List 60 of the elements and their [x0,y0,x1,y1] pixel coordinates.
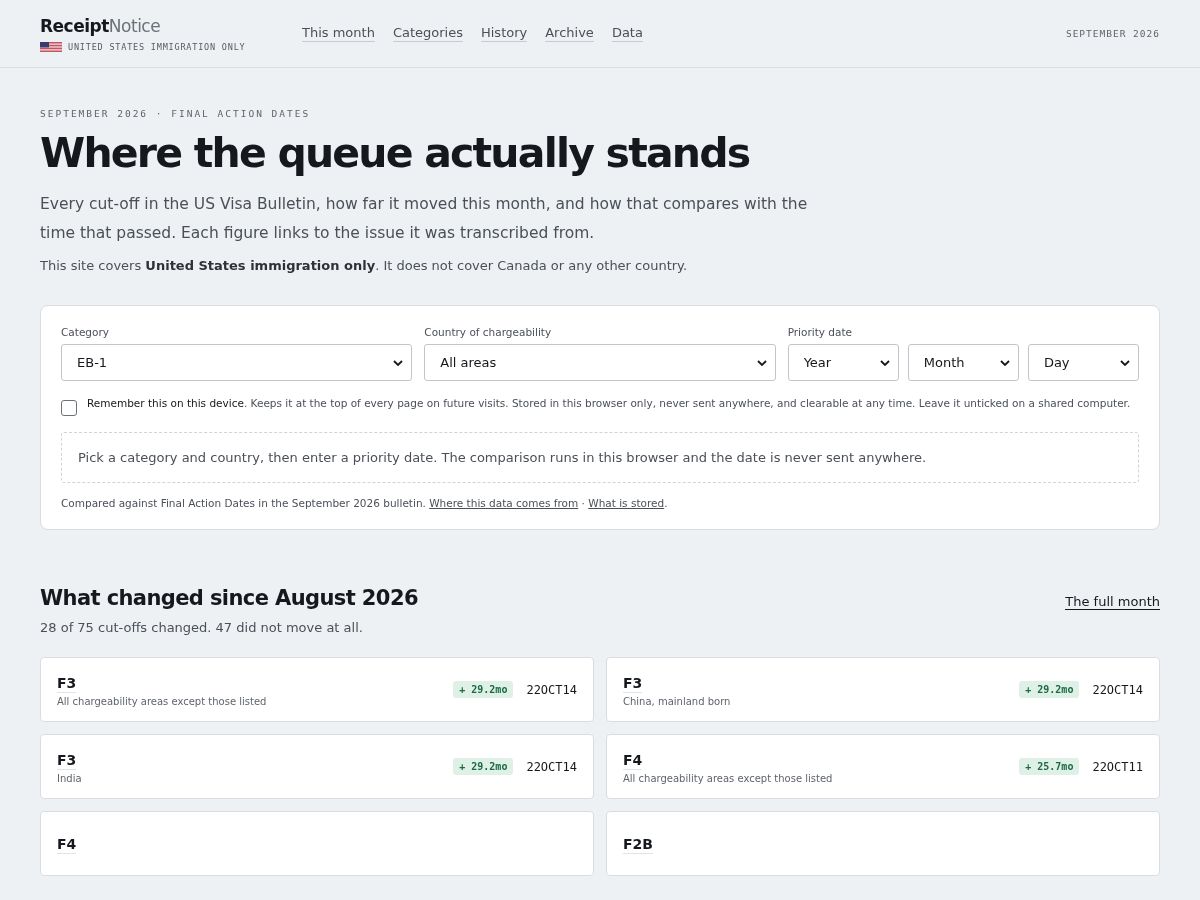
category-code: F4 [623,750,643,770]
change-badge: + 29.2mo [453,681,514,699]
select-field[interactable]: EB-1 [61,344,413,382]
field-label: Country of chargeability [424,326,553,339]
source-link[interactable]: Where this data comes from [429,497,579,510]
change-badge: + 25.7mo [1019,758,1080,776]
cutoff-date: 22OCT14 [1092,682,1143,697]
caret-icon [879,359,890,366]
caret-icon [393,359,404,366]
category-code: F3 [57,673,77,693]
select-field[interactable]: Year [787,344,899,382]
chargeability-area: All chargeability areas except those listed [57,695,267,707]
end-mark: . [664,497,668,510]
chargeability-area: China, mainland born [623,695,731,707]
scope-note: This site covers United States immigration only. It does not cover Canada or any other country. [40,258,689,274]
select-field[interactable]: Day [1027,344,1139,382]
change-badge: + 29.2mo [453,758,514,776]
field-label: Category [61,326,110,339]
remember-text: Remember this on this device. Keeps it at the top of every page on future visits. Stored in this browser only, never sent anywhere, and clearable at any time. Leave it unticked on a shared computer. [87,396,1131,412]
eyebrow: SEPTEMBER 2026 · FINAL ACTION DATES [40,108,312,119]
cutoff-date: 22OCT14 [526,759,577,774]
tagline: UNITED STATES IMMIGRATION ONLY [68,41,246,52]
category-code: F3 [623,673,643,693]
change-badge: + 29.2mo [1019,681,1080,699]
lead-paragraph: Every cut-off in the US Visa Bulletin, how far it moved this month, and how that compares with the time that passed. Each figure links to the issue it was transcribed from. [40,194,809,245]
caret-icon [1120,359,1130,366]
result-text: Pick a category and country, then enter a priority date. The comparison runs in this browser and the date is never sent anywhere. [78,450,927,466]
nav-link[interactable]: Archive [545,25,594,42]
cutoff-card[interactable]: F3 All chargeability areas except those listed + 29.2mo 22OCT14 [40,657,594,723]
cutoff-card[interactable]: F3 China, mainland born + 29.2mo 22OCT14 [606,657,1160,723]
current-month: SEPTEMBER 2026 [1065,28,1160,39]
change-summary: 28 of 75 cut-offs changed. 47 did not move at all. [40,620,364,636]
caret-icon [999,359,1010,366]
chargeability-area: All chargeability areas except those listed [623,772,833,784]
nav-link[interactable]: Categories [392,25,463,42]
cutoff-date: 22OCT11 [1092,759,1143,774]
cutoff-card[interactable]: F3 India + 29.2mo 22OCT14 [40,734,594,800]
section-title: What changed since August 2026 [40,586,418,611]
full-month-link[interactable]: The full month [1065,594,1160,611]
nav-link[interactable]: This month [302,25,375,42]
page-title: Where the queue actually stands [40,129,751,179]
category-code: F4 [57,834,77,854]
source-note: Compared against Final Action Dates in the September 2026 bulletin. [61,497,426,510]
select-field[interactable]: All areas [424,344,776,382]
select-field[interactable]: Month [907,344,1019,382]
cutoff-card[interactable]: F4 All chargeability areas except those listed + 25.7mo 22OCT11 [606,734,1160,800]
cutoff-card[interactable]: F4 [40,811,594,877]
logo[interactable]: ReceiptNotice [40,15,302,36]
caret-icon [756,359,767,366]
nav-link[interactable]: Data [611,25,643,42]
separator: · [581,497,585,510]
remember-checkbox[interactable] [61,400,77,417]
nav-link[interactable]: History [480,25,528,42]
cutoff-date: 22OCT14 [526,682,577,697]
us-flag-icon [40,41,62,52]
category-code: F2B [623,834,653,854]
field-label: Priority date [787,326,854,339]
category-code: F3 [57,750,77,770]
chargeability-area: India [57,772,82,784]
cutoff-card[interactable]: F2B [606,811,1160,877]
